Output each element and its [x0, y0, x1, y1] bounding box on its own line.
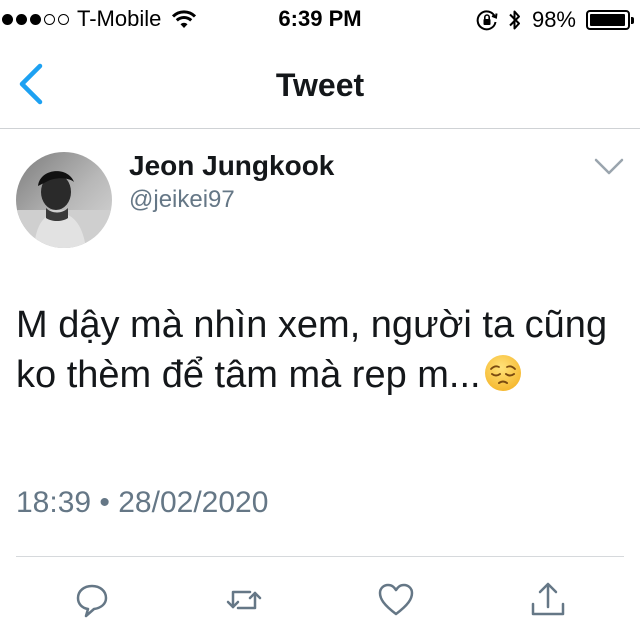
tweet-timestamp[interactable]: 18:39 • 28/02/2020 [16, 486, 268, 520]
reply-icon [76, 584, 108, 618]
reply-button[interactable] [72, 580, 112, 620]
author-name[interactable]: Jeon Jungkook [129, 150, 334, 182]
avatar-photo [16, 152, 112, 248]
page-title: Tweet [275, 67, 365, 103]
divider [16, 556, 624, 557]
status-right: 98% [476, 7, 634, 33]
retweet-button[interactable] [224, 580, 264, 620]
share-button[interactable] [528, 580, 568, 620]
battery-icon [586, 10, 634, 30]
tweet-text: M dậy mà nhìn xem, người ta cũng ko thèm… [16, 300, 616, 400]
retweet-icon [226, 590, 262, 610]
nav-bar: Tweet [0, 40, 640, 129]
bluetooth-icon [509, 10, 520, 30]
share-icon [531, 582, 565, 616]
pensive-face-emoji [484, 355, 521, 391]
status-bar: T-Mobile 6:39 PM 98% [0, 0, 640, 40]
avatar[interactable] [16, 152, 112, 248]
author-handle[interactable]: @jeikei97 [129, 186, 235, 214]
battery-fill [590, 14, 626, 26]
like-icon [378, 583, 414, 616]
chevron-down-icon[interactable] [594, 157, 624, 177]
battery-percent: 98% [531, 7, 576, 32]
like-button[interactable] [376, 580, 416, 620]
orientation-lock-icon [476, 10, 498, 31]
